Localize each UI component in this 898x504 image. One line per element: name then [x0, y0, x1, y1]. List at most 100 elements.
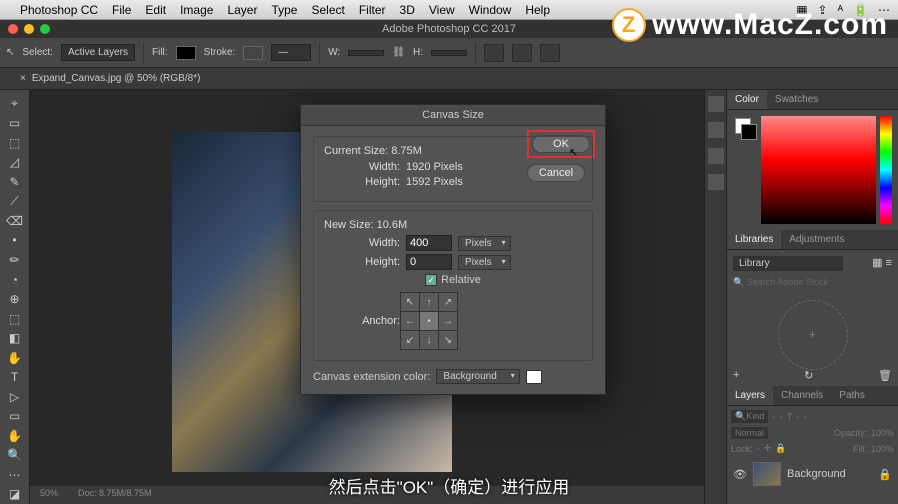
anchor-t[interactable]: ↑	[420, 293, 438, 311]
fill-swatch[interactable]	[176, 46, 196, 60]
anchor-l[interactable]: ←	[401, 312, 419, 330]
zoom-window[interactable]	[40, 24, 50, 34]
tab-adjustments[interactable]: Adjustments	[781, 230, 852, 249]
path-tool[interactable]: ▷	[0, 387, 29, 407]
h-input[interactable]	[431, 50, 467, 56]
right-panels: Color Swatches Libraries Adjustments Lib…	[726, 90, 898, 504]
current-height: 1592 Pixels	[406, 176, 463, 188]
height-unit-dropdown[interactable]: Pixels	[458, 255, 511, 270]
move-tool[interactable]: ⌖	[0, 94, 29, 114]
lasso-tool[interactable]: ⬚	[0, 133, 29, 153]
menu-3d[interactable]: 3D	[400, 3, 415, 17]
panel-icon[interactable]	[708, 96, 724, 112]
panel-icon[interactable]	[708, 148, 724, 164]
anchor-r[interactable]: →	[439, 312, 457, 330]
background-color[interactable]	[741, 124, 757, 140]
anchor-b[interactable]: ↓	[420, 331, 438, 349]
menu-image[interactable]: Image	[180, 3, 213, 17]
kind-filter[interactable]: 🔍Kind	[731, 410, 768, 423]
stroke-swatch[interactable]	[243, 46, 263, 60]
select-dropdown[interactable]: Active Layers	[61, 44, 135, 61]
anchor-br[interactable]: ↘	[439, 331, 457, 349]
libraries-panel: Library ▦ ≡ 🔍 Search Adobe Stock + +↻🗑	[727, 250, 898, 386]
search-stock[interactable]: 🔍 Search Adobe Stock	[733, 277, 892, 288]
tab-paths[interactable]: Paths	[831, 386, 873, 405]
toolbox: ⌖ ▭ ⬚ ◿ ✎ ⟋ ⌫ • ✏ ◔ ⊕ ⬚ ◧ ✋ T ▷ ▭ ✋ 🔍 ⋯ …	[0, 90, 30, 504]
window-controls[interactable]	[8, 24, 50, 34]
menu-app[interactable]: Photoshop CC	[20, 3, 98, 17]
tab-libraries[interactable]: Libraries	[727, 230, 781, 249]
w-input[interactable]	[348, 50, 384, 56]
stroke-label: Stroke:	[204, 47, 236, 58]
anchor-tr[interactable]: ↗	[439, 293, 457, 311]
color-field[interactable]	[761, 116, 876, 224]
anchor-label: Anchor:	[324, 315, 400, 327]
document-tab[interactable]: × Expand_Canvas.jpg @ 50% (RGB/8*)	[0, 68, 898, 90]
crop-tool[interactable]: ✎	[0, 172, 29, 192]
anchor-bl[interactable]: ↙	[401, 331, 419, 349]
blend-mode[interactable]: Normal	[731, 427, 768, 439]
stroke-width[interactable]: —	[271, 44, 311, 61]
link-icon[interactable]: ⛓	[392, 47, 405, 58]
menu-window[interactable]: Window	[469, 3, 512, 17]
width-label: Width:	[324, 161, 400, 173]
extension-color-label: Canvas extension color:	[313, 371, 430, 383]
tab-layers[interactable]: Layers	[727, 386, 773, 405]
menu-edit[interactable]: Edit	[145, 3, 166, 17]
add-content-drop[interactable]: +	[778, 300, 848, 370]
add-icon[interactable]: +	[733, 369, 739, 382]
blur-tool[interactable]: ◧	[0, 328, 29, 348]
width-input[interactable]	[406, 235, 452, 251]
healing-tool[interactable]: ⌫	[0, 211, 29, 231]
shape-tool[interactable]: ▭	[0, 407, 29, 427]
align-button[interactable]	[540, 44, 560, 62]
current-width: 1920 Pixels	[406, 161, 463, 173]
hand-tool[interactable]: ✋	[0, 426, 29, 446]
anchor-tl[interactable]: ↖	[401, 293, 419, 311]
arrow-icon: ↖	[6, 47, 14, 58]
type-tool[interactable]: T	[0, 367, 29, 387]
view-icons[interactable]: ▦ ≡	[872, 256, 892, 269]
eyedropper-tool[interactable]: ⟋	[0, 192, 29, 212]
close-tab-icon[interactable]: ×	[20, 73, 26, 84]
relative-checkbox[interactable]: ✓	[425, 274, 437, 286]
anchor-grid[interactable]: ↖ ↑ ↗ ← • → ↙ ↓ ↘	[400, 292, 458, 350]
panel-icon[interactable]	[708, 122, 724, 138]
minimize-window[interactable]	[24, 24, 34, 34]
menu-type[interactable]: Type	[271, 3, 297, 17]
library-dropdown[interactable]: Library	[733, 256, 843, 271]
marquee-tool[interactable]: ▭	[0, 114, 29, 134]
history-brush-tool[interactable]: ◔	[0, 270, 29, 290]
panel-icon[interactable]	[708, 174, 724, 190]
dodge-tool[interactable]: ✋	[0, 348, 29, 368]
extension-color-swatch[interactable]	[526, 370, 542, 384]
align-button[interactable]	[512, 44, 532, 62]
menu-help[interactable]: Help	[525, 3, 550, 17]
logo-icon: Z	[612, 8, 646, 42]
sync-icon[interactable]: ↻	[804, 369, 813, 382]
hue-slider[interactable]	[880, 116, 892, 224]
fill-label: Fill:	[152, 47, 168, 58]
tab-swatches[interactable]: Swatches	[767, 90, 826, 109]
close-window[interactable]	[8, 24, 18, 34]
brush-tool[interactable]: •	[0, 231, 29, 251]
align-button[interactable]	[484, 44, 504, 62]
width-unit-dropdown[interactable]: Pixels	[458, 236, 511, 251]
menu-layer[interactable]: Layer	[227, 3, 257, 17]
menu-filter[interactable]: Filter	[359, 3, 386, 17]
eraser-tool[interactable]: ⊕	[0, 289, 29, 309]
clone-tool[interactable]: ✏	[0, 250, 29, 270]
extension-color-dropdown[interactable]: Background	[436, 369, 519, 384]
gradient-tool[interactable]: ⬚	[0, 309, 29, 329]
menu-view[interactable]: View	[429, 3, 455, 17]
trash-icon[interactable]: 🗑	[878, 369, 892, 382]
quick-select-tool[interactable]: ◿	[0, 153, 29, 173]
relative-label: Relative	[441, 274, 481, 286]
anchor-c[interactable]: •	[420, 312, 438, 330]
tab-color[interactable]: Color	[727, 90, 767, 109]
height-input[interactable]	[406, 254, 452, 270]
zoom-tool[interactable]: 🔍	[0, 446, 29, 466]
menu-file[interactable]: File	[112, 3, 131, 17]
tab-channels[interactable]: Channels	[773, 386, 831, 405]
menu-select[interactable]: Select	[311, 3, 344, 17]
